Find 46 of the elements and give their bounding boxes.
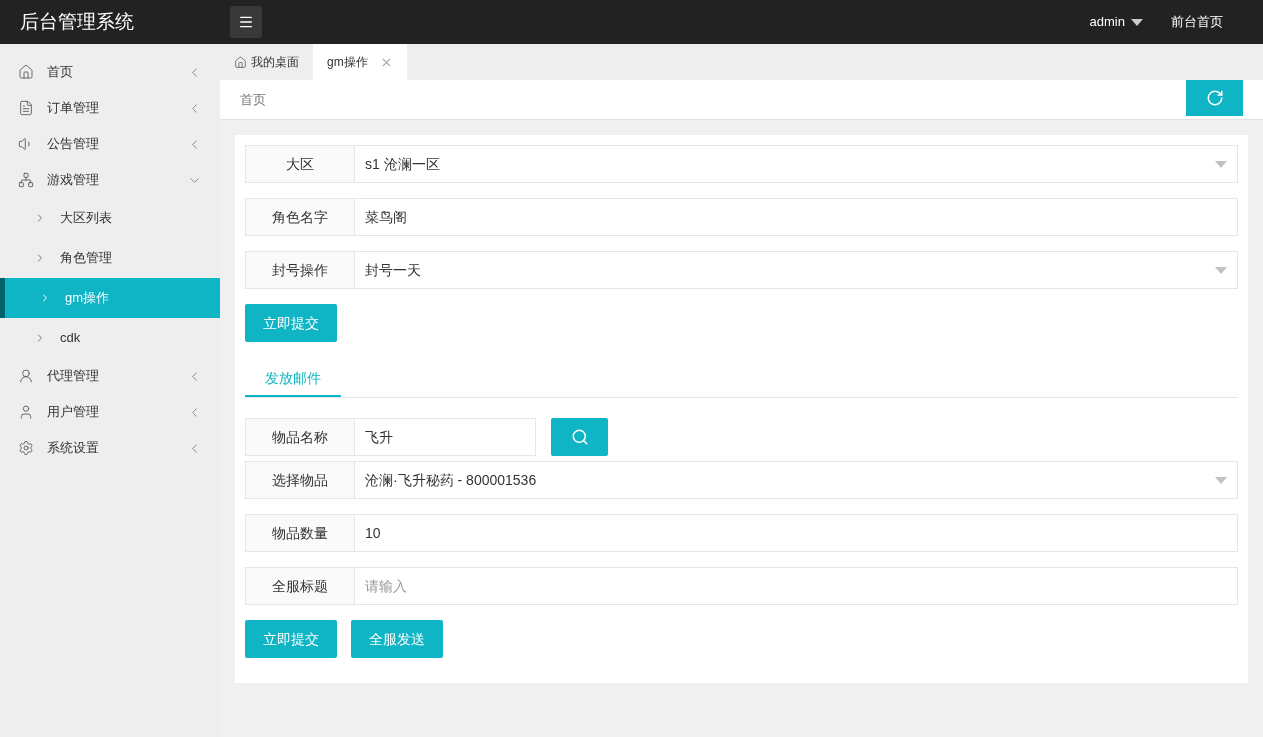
select-field[interactable]: 封号一天 xyxy=(355,251,1238,289)
sidebar-item[interactable]: 游戏管理 xyxy=(0,162,220,198)
page-tab[interactable]: 我的桌面 xyxy=(220,44,313,80)
dropdown-caret-icon xyxy=(1131,18,1143,26)
settings-icon xyxy=(18,440,34,456)
field-label: 物品名称 xyxy=(245,418,355,456)
app-title: 后台管理系统 xyxy=(20,10,134,32)
home-icon xyxy=(18,64,34,80)
refresh-icon xyxy=(1205,89,1224,107)
page-tab[interactable]: gm操作 xyxy=(313,44,407,80)
sidebar-item[interactable]: 用户管理 xyxy=(0,394,220,430)
frontend-home-link[interactable]: 前台首页 xyxy=(1171,12,1223,32)
input-field[interactable]: 菜鸟阁 xyxy=(355,198,1238,236)
select-field[interactable]: s1 沧澜一区 xyxy=(355,145,1238,183)
field-label: 物品数量 xyxy=(245,514,355,552)
dropdown-caret-icon xyxy=(1215,266,1227,274)
field-label: 封号操作 xyxy=(245,251,355,289)
search-icon xyxy=(570,428,589,446)
field-label: 角色名字 xyxy=(245,198,355,236)
input-field[interactable]: 飞升 xyxy=(355,418,536,456)
sidebar-subitem[interactable]: 角色管理 xyxy=(0,238,220,278)
sidebar-subitem[interactable]: cdk xyxy=(0,318,220,358)
dropdown-caret-icon xyxy=(1215,476,1227,484)
field-label: 全服标题 xyxy=(245,567,355,605)
sidebar-item[interactable]: 系统设置 xyxy=(0,430,220,466)
user-icon xyxy=(18,404,34,420)
hierarchy-icon xyxy=(18,172,34,188)
document-icon xyxy=(18,100,34,116)
field-label: 大区 xyxy=(245,145,355,183)
sidebar-subitem[interactable]: 大区列表 xyxy=(0,198,220,238)
breadcrumb: 首页 xyxy=(240,90,267,109)
field-label: 选择物品 xyxy=(245,461,355,499)
person-icon xyxy=(18,368,34,384)
select-field[interactable]: 沧澜·飞升秘药 - 800001536 xyxy=(355,461,1238,499)
user-menu[interactable]: admin xyxy=(1089,12,1143,32)
refresh-button[interactable] xyxy=(1186,80,1243,116)
sidebar-item[interactable]: 公告管理 xyxy=(0,126,220,162)
sidebar-item[interactable]: 代理管理 xyxy=(0,358,220,394)
menu-icon xyxy=(238,14,254,30)
menu-toggle-button[interactable] xyxy=(230,6,262,38)
sidebar-item[interactable]: 订单管理 xyxy=(0,90,220,126)
sidebar-item[interactable]: 首页 xyxy=(0,54,220,90)
home-icon xyxy=(234,55,247,69)
dropdown-caret-icon xyxy=(1215,160,1227,168)
input-field[interactable]: 10 xyxy=(355,514,1238,552)
search-button[interactable] xyxy=(551,418,608,456)
